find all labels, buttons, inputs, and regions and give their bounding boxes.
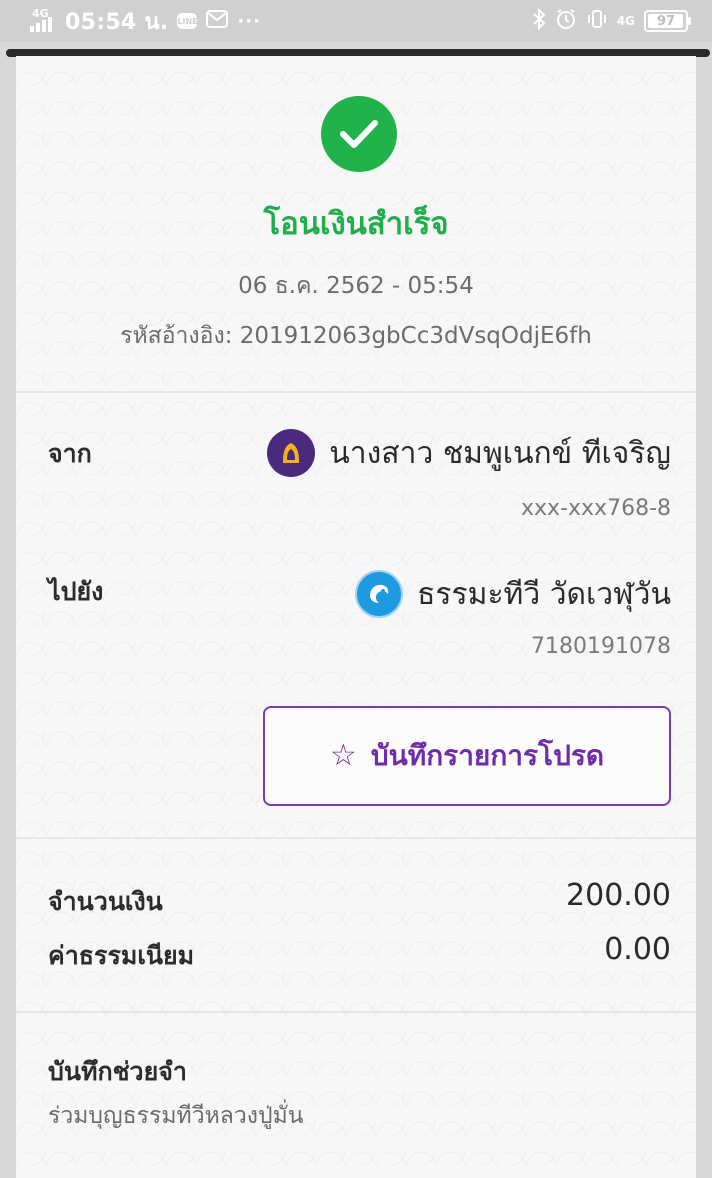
battery-icon: 97 (644, 10, 691, 32)
ktb-bank-icon (355, 570, 404, 618)
mail-icon (206, 10, 229, 32)
success-check-icon (321, 96, 397, 172)
success-title: โอนเงินสำเร็จ (263, 206, 449, 242)
status-time: 05:54 น. (65, 9, 169, 35)
amount-label: จำนวนเงิน (48, 887, 163, 916)
from-party: นางสาว ชมพูเนกข์ ทีเจริญ (267, 429, 671, 477)
fee-label: ค่าธรรมเนียม (48, 941, 195, 970)
to-name: ธรรมะทีวี วัดเวฬุวัน (417, 576, 671, 612)
alarm-icon (555, 8, 577, 34)
battery-level: 97 (656, 13, 676, 29)
divider (16, 391, 696, 393)
divider (16, 837, 696, 839)
fee-value: 0.00 (604, 932, 671, 967)
status-bar: 4G 05:54 น. LINE ··· 4G 97 (0, 0, 712, 42)
divider (16, 1011, 696, 1013)
network-type-right: 4G (616, 14, 635, 28)
vibrate-icon (586, 8, 608, 34)
status-bar-left: 4G 05:54 น. LINE ··· (28, 4, 261, 39)
from-name: นางสาว ชมพูเนกข์ ทีเจริญ (329, 435, 671, 471)
more-notifications-icon: ··· (237, 10, 261, 32)
to-account: 7180191078 (531, 634, 671, 659)
from-account: xxx-xxx768-8 (521, 496, 671, 521)
reference-code: รหัสอ้างอิง: 201912063gbCc3dVsqOdjE6fh (120, 323, 592, 349)
signal-icon: 4G (28, 7, 56, 34)
line-app-icon: LINE (177, 13, 198, 29)
to-label: ไปยัง (48, 577, 104, 606)
memo-value: ร่วมบุญธรรมทีวีหลวงปู่มั่น (48, 1103, 304, 1129)
save-favorite-button[interactable]: ☆ บันทึกรายการโปรด (263, 706, 671, 806)
memo-label: บันทึกช่วยจำ (48, 1057, 187, 1086)
bluetooth-icon (532, 7, 546, 34)
transfer-receipt-card: โอนเงินสำเร็จ 06 ธ.ค. 2562 - 05:54 รหัสอ… (16, 56, 696, 1178)
status-bar-right: 4G 97 (532, 7, 691, 34)
to-party: ธรรมะทีวี วัดเวฬุวัน (355, 570, 671, 618)
transfer-datetime: 06 ธ.ค. 2562 - 05:54 (238, 273, 474, 299)
gsb-bank-icon (267, 429, 316, 477)
save-favorite-label: บันทึกรายการโปรด (370, 739, 605, 772)
amount-value: 200.00 (566, 878, 671, 913)
from-label: จาก (48, 439, 92, 468)
star-icon: ☆ (329, 738, 357, 773)
